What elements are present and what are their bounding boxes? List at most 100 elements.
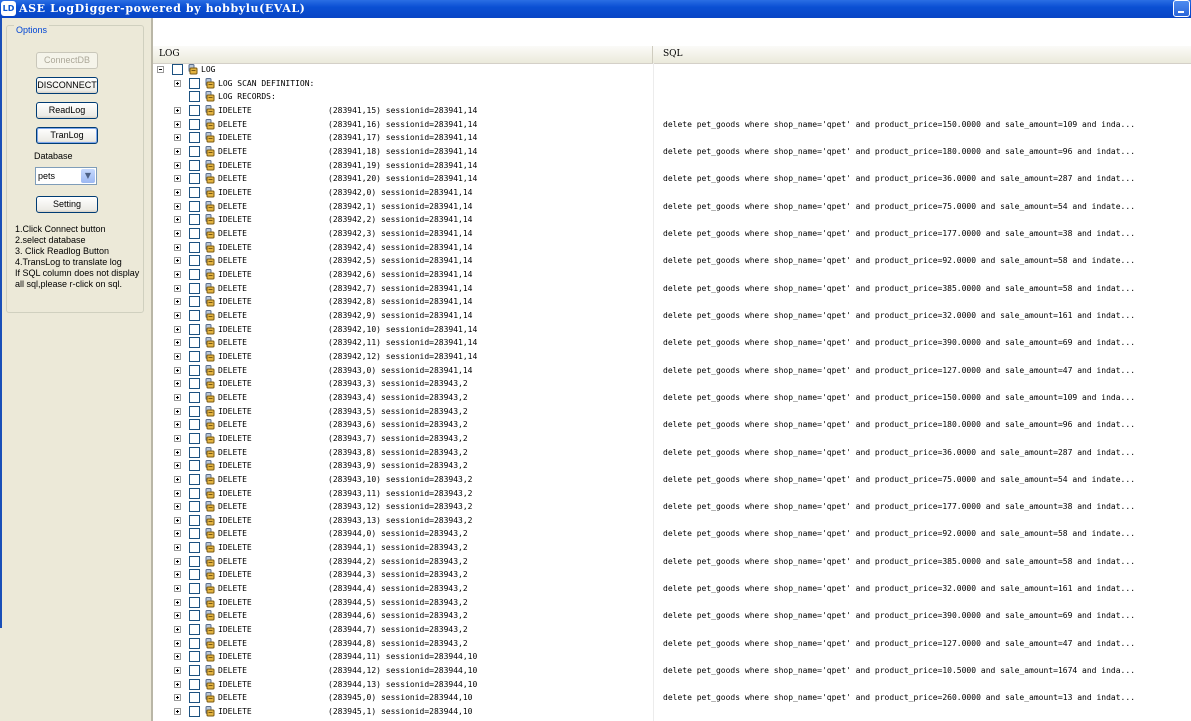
expand-icon[interactable] (174, 489, 181, 497)
tree-row[interactable]: LOG SCAN DEFINITION: (153, 77, 1191, 90)
row-checkbox[interactable] (189, 118, 200, 130)
row-checkbox[interactable] (189, 487, 200, 499)
tree-row[interactable]: IDELETE (283942,8) sessionid=283941,14 (153, 295, 1191, 308)
sql-cell[interactable]: delete pet_goods where shop_name='qpet' … (663, 309, 1135, 322)
row-checkbox[interactable] (189, 91, 200, 103)
expand-icon[interactable] (174, 585, 181, 593)
tree-row[interactable]: DELETE (283941,16) sessionid=283941,14 del… (153, 118, 1191, 131)
row-checkbox[interactable] (189, 651, 200, 663)
sql-cell[interactable]: delete pet_goods where shop_name='qpet' … (663, 364, 1135, 377)
row-checkbox[interactable] (189, 337, 200, 349)
tree-row[interactable]: DELETE (283941,20) sessionid=283941,14 del… (153, 172, 1191, 185)
row-checkbox[interactable] (189, 460, 200, 472)
expand-icon[interactable] (174, 475, 181, 483)
row-checkbox[interactable] (189, 282, 200, 294)
expand-icon[interactable] (174, 79, 181, 87)
row-checkbox[interactable] (189, 473, 200, 485)
row-checkbox[interactable] (189, 350, 200, 362)
sql-cell[interactable]: delete pet_goods where shop_name='qpet' … (663, 500, 1135, 513)
tree-row[interactable]: DELETE (283943,8) sessionid=283943,2 delet… (153, 446, 1191, 459)
database-select[interactable]: pets ▼ (35, 167, 97, 185)
tree-row[interactable]: DELETE (283942,5) sessionid=283941,14 dele… (153, 254, 1191, 267)
tree-row[interactable]: DELETE (283943,4) sessionid=283943,2 delet… (153, 391, 1191, 404)
sql-cell[interactable]: delete pet_goods where shop_name='qpet' … (663, 555, 1135, 568)
tree-row[interactable]: IDELETE (283943,13) sessionid=283943,2 (153, 514, 1191, 527)
expand-icon[interactable] (174, 202, 181, 210)
tree-row[interactable]: IDELETE (283945,1) sessionid=283944,10 (153, 705, 1191, 718)
expand-icon[interactable] (174, 462, 181, 470)
expand-icon[interactable] (174, 557, 181, 565)
expand-icon[interactable] (174, 107, 181, 114)
expand-icon[interactable] (174, 120, 181, 128)
expand-icon[interactable] (174, 639, 181, 647)
expand-icon[interactable] (174, 612, 181, 620)
tree-row[interactable]: IDELETE (283944,3) sessionid=283943,2 (153, 568, 1191, 581)
minimize-button[interactable] (1173, 0, 1190, 17)
row-checkbox[interactable] (189, 432, 200, 444)
expand-icon[interactable] (174, 598, 181, 606)
tree-row[interactable]: IDELETE (283942,12) sessionid=283941,14 (153, 350, 1191, 363)
expand-icon[interactable] (174, 148, 181, 155)
expand-icon[interactable] (174, 243, 181, 251)
row-checkbox[interactable] (189, 309, 200, 321)
tree-row[interactable]: DELETE (283944,12) sessionid=283944,10 del… (153, 664, 1191, 677)
tree-row[interactable]: IDELETE (283942,0) sessionid=283941,14 (153, 186, 1191, 199)
row-checkbox[interactable] (189, 569, 200, 581)
row-checkbox[interactable] (172, 64, 183, 75)
tree-row[interactable]: IDELETE (283944,11) sessionid=283944,10 (153, 650, 1191, 663)
row-checkbox[interactable] (189, 378, 200, 390)
tree-row[interactable]: IDELETE (283944,13) sessionid=283944,10 (153, 678, 1191, 691)
row-checkbox[interactable] (189, 200, 200, 212)
sql-cell[interactable]: delete pet_goods where shop_name='qpet' … (663, 282, 1135, 295)
expand-icon[interactable] (174, 708, 181, 715)
tree-row[interactable]: DELETE (283942,9) sessionid=283941,14 dele… (153, 309, 1191, 322)
sql-cell[interactable]: delete pet_goods where shop_name='qpet' … (663, 391, 1135, 404)
tree-row[interactable]: IDELETE (283941,19) sessionid=283941,14 (153, 159, 1191, 172)
row-checkbox[interactable] (189, 446, 200, 458)
setting-button[interactable]: Setting (36, 196, 98, 213)
expand-icon[interactable] (174, 421, 181, 429)
expand-icon[interactable] (174, 134, 181, 142)
column-header-log[interactable]: LOG (153, 46, 653, 63)
log-tree-grid[interactable]: LOG SQL LOG LOG SCAN DEFINITION: LOG RECOR… (153, 46, 1191, 721)
expand-icon[interactable] (174, 448, 181, 456)
tree-row[interactable]: DELETE (283942,11) sessionid=283941,14 del… (153, 336, 1191, 349)
tree-row[interactable]: DELETE (283943,6) sessionid=283943,2 delet… (153, 418, 1191, 431)
row-checkbox[interactable] (189, 692, 200, 704)
expand-icon[interactable] (174, 503, 181, 511)
tree-row[interactable]: DELETE (283943,12) sessionid=283943,2 dele… (153, 500, 1191, 513)
tree-row[interactable]: IDELETE (283943,7) sessionid=283943,2 (153, 432, 1191, 445)
sql-cell[interactable]: delete pet_goods where shop_name='qpet' … (663, 418, 1135, 431)
expand-icon[interactable] (174, 434, 181, 442)
chevron-down-icon[interactable]: ▼ (81, 169, 95, 183)
row-checkbox[interactable] (189, 555, 200, 567)
tree-row[interactable]: DELETE (283942,3) sessionid=283941,14 dele… (153, 227, 1191, 240)
tree-row[interactable]: IDELETE (283942,10) sessionid=283941,14 (153, 323, 1191, 336)
row-checkbox[interactable] (189, 364, 200, 376)
expand-icon[interactable] (174, 161, 181, 169)
expand-icon[interactable] (174, 393, 181, 401)
tree-row[interactable]: IDELETE (283943,5) sessionid=283943,2 (153, 405, 1191, 418)
sql-cell[interactable]: delete pet_goods where shop_name='qpet' … (663, 664, 1135, 677)
tree-row[interactable]: DELETE (283943,10) sessionid=283943,2 dele… (153, 473, 1191, 486)
row-checkbox[interactable] (189, 678, 200, 690)
row-checkbox[interactable] (189, 624, 200, 636)
collapse-icon[interactable] (157, 66, 164, 73)
expand-icon[interactable] (174, 680, 181, 688)
tree-row[interactable]: IDELETE (283944,5) sessionid=283943,2 (153, 596, 1191, 609)
tree-row[interactable]: IDELETE (283941,17) sessionid=283941,14 (153, 131, 1191, 144)
expand-icon[interactable] (174, 339, 181, 347)
sql-cell[interactable]: delete pet_goods where shop_name='qpet' … (663, 227, 1135, 240)
expand-icon[interactable] (174, 257, 181, 265)
row-checkbox[interactable] (189, 542, 200, 554)
expand-icon[interactable] (174, 407, 181, 415)
sql-cell[interactable]: delete pet_goods where shop_name='qpet' … (663, 172, 1135, 185)
row-checkbox[interactable] (189, 391, 200, 403)
readlog-button[interactable]: ReadLog (36, 102, 98, 119)
tree-row[interactable]: IDELETE (283943,9) sessionid=283943,2 (153, 459, 1191, 472)
row-checkbox[interactable] (189, 146, 200, 157)
expand-icon[interactable] (174, 544, 181, 552)
row-checkbox[interactable] (189, 214, 200, 226)
row-checkbox[interactable] (189, 132, 200, 144)
sql-cell[interactable]: delete pet_goods where shop_name='qpet' … (663, 473, 1135, 486)
